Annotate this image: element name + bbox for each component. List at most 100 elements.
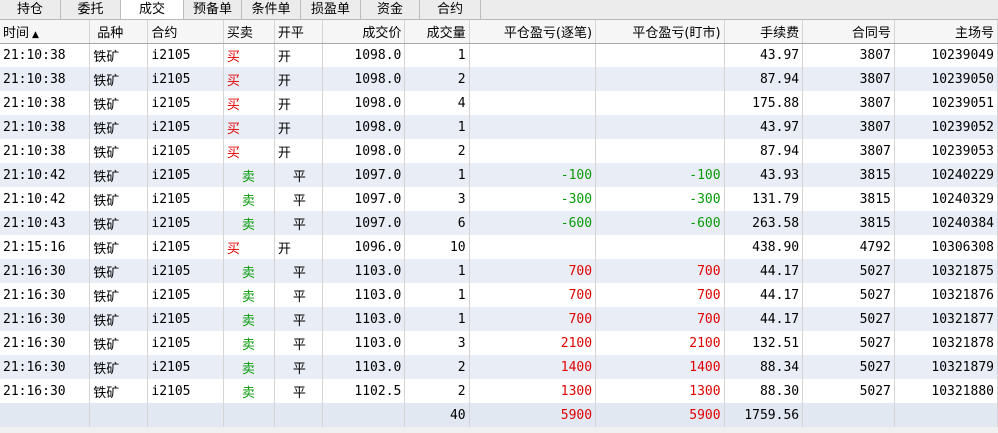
cell-variety: 铁矿 [89, 331, 149, 355]
tab-prepared-orders[interactable]: 预备单 [184, 0, 242, 19]
table-header-row: 时间 ▲ 品种 合约 买卖 开平 成交价 成交量 平仓盈亏(逐笔) 平仓盈亏(盯市… [0, 20, 998, 44]
table-row[interactable]: 21:16:30 铁矿 i2105 卖平 1103.0 3 2100 2100 132.51 50… [0, 331, 998, 355]
table-row[interactable]: 21:10:43 铁矿 i2105 卖平 1097.0 6 -600 -600 263.58 38… [0, 211, 998, 235]
col-header-label: 成交量 [426, 25, 466, 41]
cell-exchange-no: 10240329 [894, 187, 998, 211]
col-header-price[interactable]: 成交价 [322, 20, 406, 44]
table-row[interactable]: 21:10:38 铁矿 i2105 买开 1098.0 2 87.94 3807 1023905… [0, 67, 998, 91]
cell-pnl-trade [469, 235, 597, 259]
cell-qty: 1 [404, 43, 470, 67]
cell-empty [89, 403, 149, 427]
cell-price: 1098.0 [322, 67, 406, 91]
table-row[interactable]: 21:16:30 铁矿 i2105 卖平 1103.0 1 700 700 44.17 5027 1… [0, 259, 998, 283]
cell-exchange-no: 10306308 [894, 235, 998, 259]
table-row[interactable]: 21:16:30 铁矿 i2105 卖平 1102.5 2 1300 1300 88.30 502… [0, 379, 998, 403]
cell-empty [223, 403, 275, 427]
cell-contract-no: 5027 [802, 355, 895, 379]
cell-openclose: 开 [274, 67, 323, 91]
col-header-pnl-market[interactable]: 平仓盈亏(盯市) [595, 20, 725, 44]
cell-qty: 2 [404, 379, 470, 403]
cell-time: 21:16:30 [0, 331, 91, 355]
col-header-openclose[interactable]: 开平 [274, 20, 323, 44]
table-row[interactable]: 21:16:30 铁矿 i2105 卖平 1103.0 1 700 700 44.17 5027 1… [0, 283, 998, 307]
cell-buysell: 卖 [223, 259, 275, 283]
cell-pnl-trade: 700 [469, 283, 597, 307]
cell-time: 21:10:38 [0, 67, 91, 91]
table-row[interactable]: 21:15:16 铁矿 i2105 买开 1096.0 10 438.90 4792 10306… [0, 235, 998, 259]
cell-variety: 铁矿 [89, 187, 149, 211]
cell-fee: 263.58 [724, 211, 804, 235]
table-row[interactable]: 21:16:30 铁矿 i2105 卖平 1103.0 1 700 700 44.17 5027 1… [0, 307, 998, 331]
col-header-variety[interactable]: 品种 [89, 20, 149, 44]
cell-contract: i2105 [147, 115, 224, 139]
tab-trades[interactable]: 成交 [121, 0, 184, 19]
col-header-contract[interactable]: 合约 [147, 20, 224, 44]
cell-openclose: 平 [274, 331, 323, 355]
table-row[interactable]: 21:10:38 铁矿 i2105 买开 1098.0 1 43.97 3807 1023905… [0, 115, 998, 139]
cell-fee: 88.30 [724, 379, 804, 403]
cell-price: 1103.0 [322, 331, 406, 355]
cell-pnl-trade [469, 43, 597, 67]
total-pnl-market: 5900 [595, 403, 725, 427]
cell-time: 21:16:30 [0, 355, 91, 379]
cell-empty [802, 403, 895, 427]
cell-openclose: 平 [274, 379, 323, 403]
tab-positions[interactable]: 持仓 [0, 0, 61, 19]
cell-openclose: 平 [274, 283, 323, 307]
cell-exchange-no: 10239049 [894, 43, 998, 67]
cell-openclose: 开 [274, 43, 323, 67]
col-header-buysell[interactable]: 买卖 [223, 20, 275, 44]
col-header-fee[interactable]: 手续费 [724, 20, 804, 44]
cell-qty: 1 [404, 307, 470, 331]
cell-pnl-market [595, 67, 725, 91]
cell-contract: i2105 [147, 355, 224, 379]
cell-buysell: 买 [223, 115, 275, 139]
cell-openclose: 平 [274, 307, 323, 331]
cell-fee: 438.90 [724, 235, 804, 259]
cell-variety: 铁矿 [89, 259, 149, 283]
col-header-label: 买卖 [226, 25, 253, 41]
cell-exchange-no: 10240229 [894, 163, 998, 187]
table-body: 21:10:38 铁矿 i2105 买开 1098.0 1 43.97 3807 1023904… [0, 43, 998, 427]
tab-conditional-orders[interactable]: 条件单 [242, 0, 301, 19]
cell-contract: i2105 [147, 163, 224, 187]
cell-pnl-market: 700 [595, 259, 725, 283]
table-row[interactable]: 21:10:38 铁矿 i2105 买开 1098.0 1 43.97 3807 1023904… [0, 43, 998, 67]
cell-time: 21:10:38 [0, 43, 91, 67]
cell-pnl-market: -600 [595, 211, 725, 235]
tab-orders[interactable]: 委托 [61, 0, 121, 19]
table-row[interactable]: 21:10:42 铁矿 i2105 卖平 1097.0 1 -100 -100 43.93 381… [0, 163, 998, 187]
cell-buysell: 卖 [223, 307, 275, 331]
cell-pnl-market: 1400 [595, 355, 725, 379]
table-row[interactable]: 21:16:30 铁矿 i2105 卖平 1103.0 2 1400 1400 88.34 502… [0, 355, 998, 379]
tab-contracts[interactable]: 合约 [420, 0, 481, 19]
col-header-pnl-trade[interactable]: 平仓盈亏(逐笔) [469, 20, 597, 44]
cell-contract: i2105 [147, 187, 224, 211]
table-row[interactable]: 21:10:38 铁矿 i2105 买开 1098.0 2 87.94 3807 1023905… [0, 139, 998, 163]
tab-stop-orders[interactable]: 损盈单 [301, 0, 361, 19]
col-header-qty[interactable]: 成交量 [404, 20, 470, 44]
cell-contract: i2105 [147, 139, 224, 163]
cell-qty: 6 [404, 211, 470, 235]
cell-qty: 2 [404, 67, 470, 91]
table-row[interactable]: 21:10:38 铁矿 i2105 买开 1098.0 4 175.88 3807 102390… [0, 91, 998, 115]
cell-pnl-market [595, 91, 725, 115]
cell-contract: i2105 [147, 307, 224, 331]
cell-buysell: 卖 [223, 379, 275, 403]
table-row[interactable]: 21:10:42 铁矿 i2105 卖平 1097.0 3 -300 -300 131.79 38… [0, 187, 998, 211]
cell-fee: 132.51 [724, 331, 804, 355]
cell-exchange-no: 10321876 [894, 283, 998, 307]
col-header-time[interactable]: 时间 ▲ [0, 20, 91, 44]
tab-funds[interactable]: 资金 [361, 0, 420, 19]
cell-variety: 铁矿 [89, 211, 149, 235]
cell-buysell: 卖 [223, 283, 275, 307]
cell-empty [322, 403, 406, 427]
cell-contract-no: 3815 [802, 187, 895, 211]
trades-table: 时间 ▲ 品种 合约 买卖 开平 成交价 成交量 平仓盈亏(逐笔) 平仓盈亏(盯市… [0, 20, 998, 427]
col-header-exchange-no[interactable]: 主场号 [894, 20, 998, 44]
col-header-contract-no[interactable]: 合同号 [802, 20, 895, 44]
cell-contract: i2105 [147, 67, 224, 91]
total-qty: 40 [404, 403, 470, 427]
cell-pnl-trade [469, 67, 597, 91]
cell-contract: i2105 [147, 331, 224, 355]
